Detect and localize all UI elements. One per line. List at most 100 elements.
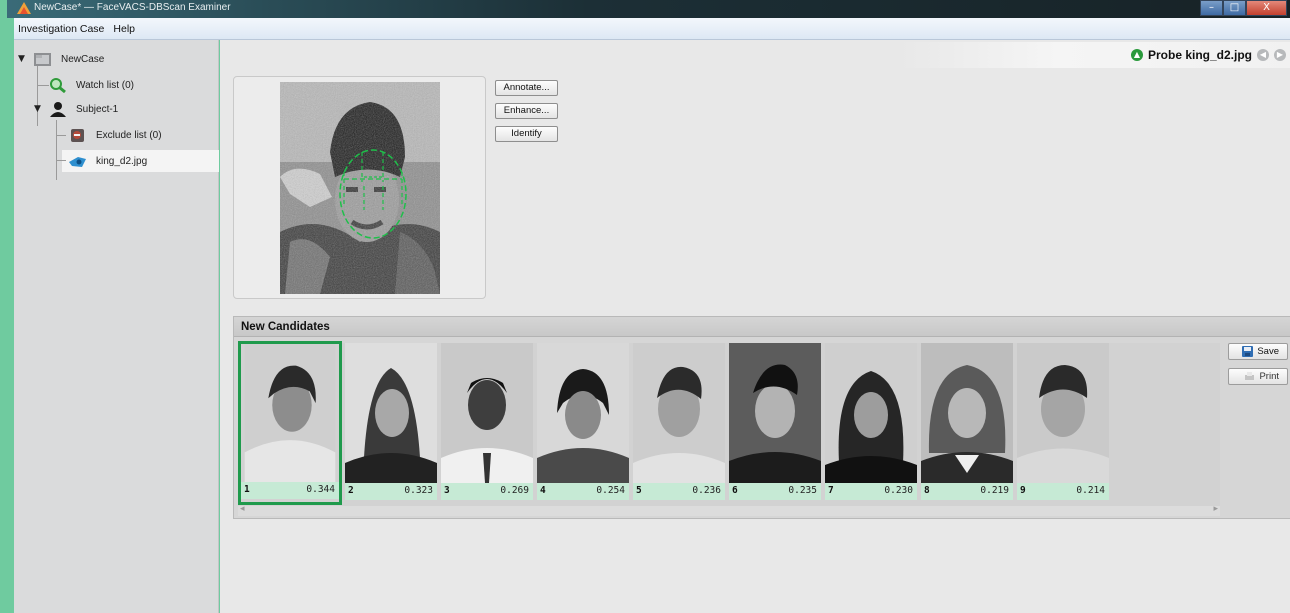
maximize-button[interactable]: □ [1223,0,1246,16]
candidates-title: New Candidates [234,317,1290,337]
candidate-label: 3 0.269 [441,483,533,500]
candidate-label: 2 0.323 [345,483,437,500]
probe-title: Probe king_d2.jpg [1147,48,1252,62]
probe-photo[interactable] [280,82,440,294]
previous-arrow-icon[interactable]: ◀ [1257,49,1269,61]
horizontal-scrollbar[interactable]: ◂ ▸ [238,504,1220,516]
candidates-panel: New Candidates 1 0.344 2 0.323 3 0.269 4… [233,316,1290,519]
candidate-label: 7 0.230 [825,483,917,500]
candidate-photo [729,343,821,483]
candidate-rank: 6 [732,485,738,496]
candidate-photo [921,343,1013,483]
candidate-label: 6 0.235 [729,483,821,500]
probe-image-panel [233,76,486,299]
enhance-button[interactable]: Enhance... [495,103,558,119]
annotate-button[interactable]: Annotate... [495,80,558,96]
close-button[interactable]: X [1246,0,1287,16]
tree-item-label: king_d2.jpg [96,155,148,167]
expand-arrow-icon[interactable]: ▼ [18,54,25,64]
candidate-label: 1 0.344 [241,482,339,499]
print-label: Print [1259,371,1279,382]
tree-item-newcase[interactable]: NewCase [33,48,104,70]
candidate-3[interactable]: 3 0.269 [441,343,533,503]
tree-item-label: Exclude list (0) [96,129,162,141]
candidate-score: 0.344 [306,484,335,495]
candidate-photo [537,343,629,483]
case-tree-sidebar: ▼ NewCase Watch list (0) ▼ Subject-1 Exc… [14,40,219,613]
scroll-right-icon[interactable]: ▸ [1213,504,1218,514]
candidate-2[interactable]: 2 0.323 [345,343,437,503]
expand-arrow-icon[interactable]: ▼ [34,104,41,114]
floppy-disk-icon [1242,346,1254,357]
menu-investigation-case[interactable]: Investigation Case [18,23,104,35]
menu-bar: Investigation Case Help [14,18,1290,40]
candidate-4[interactable]: 4 0.254 [537,343,629,503]
candidate-label: 5 0.236 [633,483,725,500]
main-content: ▲ Probe king_d2.jpg ◀ ▶ Annotate... Enha… [220,40,1290,613]
candidate-photo [345,343,437,483]
tree-connector [56,160,66,161]
candidate-8[interactable]: 8 0.219 [921,343,1013,503]
candidate-label: 4 0.254 [537,483,629,500]
candidate-score: 0.254 [596,485,625,496]
candidate-score: 0.269 [500,485,529,496]
candidate-9[interactable]: 9 0.214 [1017,343,1109,503]
case-folder-icon [34,53,51,66]
print-button[interactable]: Print [1228,368,1288,385]
candidate-rank: 2 [348,485,354,496]
exclude-list-icon [71,129,84,142]
candidate-6[interactable]: 6 0.235 [729,343,821,503]
magnifier-icon [50,78,66,93]
save-label: Save [1257,346,1279,357]
tree-item-watch-list[interactable]: Watch list (0) [48,74,134,96]
candidate-rank: 1 [244,484,250,495]
candidate-rank: 3 [444,485,450,496]
candidate-rank: 5 [636,485,642,496]
candidate-rank: 9 [1020,485,1026,496]
identify-button[interactable]: Identify [495,126,558,142]
tree-item-exclude-list[interactable]: Exclude list (0) [68,124,162,146]
candidate-5[interactable]: 5 0.236 [633,343,725,503]
tree-connector [56,120,57,180]
candidate-photo [825,343,917,483]
candidate-score: 0.323 [404,485,433,496]
scroll-left-icon[interactable]: ◂ [240,504,245,514]
minimize-button[interactable]: – [1200,0,1223,16]
candidate-label: 9 0.214 [1017,483,1109,500]
application-window: NewCase* — FaceVACS-DBScan Examiner – □ … [0,0,1290,613]
candidate-rank: 7 [828,485,834,496]
tree-item-label: Watch list (0) [76,79,134,91]
tree-connector [37,66,38,126]
title-bar[interactable]: NewCase* — FaceVACS-DBScan Examiner – □ … [7,0,1290,18]
candidate-score: 0.230 [884,485,913,496]
next-arrow-icon[interactable]: ▶ [1274,49,1286,61]
candidate-label: 8 0.219 [921,483,1013,500]
candidate-photo [244,344,336,482]
tree-item-label: Subject-1 [76,103,119,115]
candidate-photo [441,343,533,483]
candidate-rank: 8 [924,485,930,496]
candidate-rank: 4 [540,485,546,496]
candidate-1[interactable]: 1 0.344 [238,341,342,505]
candidate-score: 0.214 [1076,485,1105,496]
save-button[interactable]: Save [1228,343,1288,360]
candidate-strip: 1 0.344 2 0.323 3 0.269 4 0.254 5 0.236 … [238,341,1220,506]
menu-help[interactable]: Help [113,23,135,35]
probe-ok-icon[interactable]: ▲ [1130,49,1143,61]
candidate-7[interactable]: 7 0.230 [825,343,917,503]
candidate-score: 0.235 [788,485,817,496]
probe-header: ▲ Probe king_d2.jpg ◀ ▶ [898,42,1290,68]
tree-item-subject[interactable]: Subject-1 [48,98,118,120]
person-icon [50,102,66,117]
app-icon [17,2,31,14]
candidate-score: 0.219 [980,485,1009,496]
tree-item-label: NewCase [61,53,105,65]
candidate-score: 0.236 [692,485,721,496]
printer-icon [1245,372,1255,380]
camera-icon [69,157,86,167]
tree-item-probe-file[interactable]: king_d2.jpg [68,150,147,172]
candidate-photo [1017,343,1109,483]
tree-connector [56,135,66,136]
candidate-photo [633,343,725,483]
window-title: NewCase* — FaceVACS-DBScan Examiner [34,2,231,13]
